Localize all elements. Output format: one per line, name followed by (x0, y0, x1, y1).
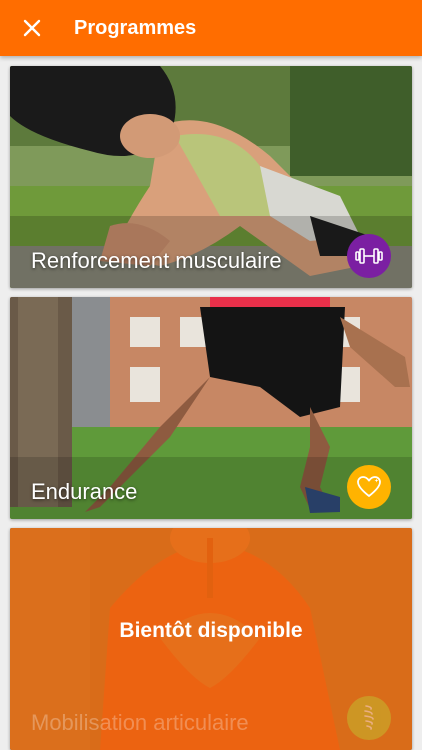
programme-badge (347, 696, 391, 740)
coming-soon-label: Bientôt disponible (119, 619, 303, 642)
programme-badge (347, 234, 391, 278)
programme-label: Endurance (31, 479, 138, 504)
close-icon (23, 19, 41, 37)
programme-label: Renforcement musculaire (31, 248, 282, 273)
app-screen: Programmes Renforcement musculaire Endur… (0, 0, 422, 750)
heart-icon (357, 476, 381, 497)
spine-icon (364, 705, 374, 730)
programme-card-endurance[interactable]: Endurance (10, 297, 412, 519)
close-button[interactable] (14, 10, 50, 46)
dumbbell-icon (355, 248, 383, 264)
programme-badge (347, 465, 391, 509)
programme-card-mobilisation: Mobilisation articulaire Bientôt disponi… (10, 528, 412, 750)
app-bar: Programmes (0, 0, 422, 56)
page-title: Programmes (74, 17, 197, 39)
programme-card-renforcement[interactable]: Renforcement musculaire (10, 66, 412, 288)
programme-label: Mobilisation articulaire (31, 710, 249, 735)
